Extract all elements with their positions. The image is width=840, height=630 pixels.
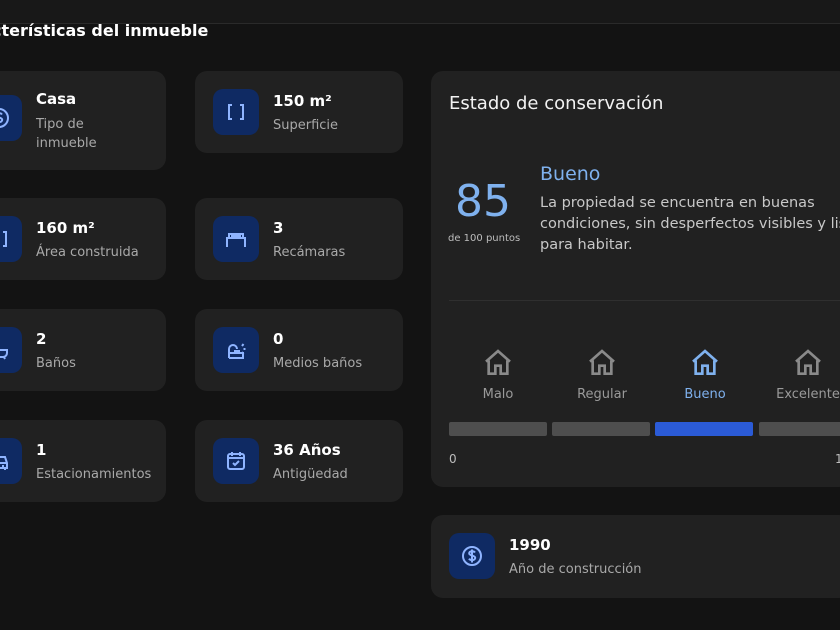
feature-card-built-area: 160 m² Área construida (0, 198, 166, 280)
feature-card-half-baths: 0 Medios baños (195, 309, 403, 391)
scale-max: 1 (835, 452, 840, 466)
feature-label: Baños (36, 356, 76, 371)
feature-label: Área construida (36, 245, 139, 260)
conservation-status: Bueno (540, 163, 601, 185)
divider (449, 300, 840, 301)
home-icon (589, 349, 615, 375)
feature-label: Antigüedad (273, 467, 348, 482)
progress-segment-bueno (655, 422, 753, 436)
home-icon (795, 349, 821, 375)
feature-label: Estacionamientos (36, 467, 152, 482)
level-excelente: Excelente (758, 347, 840, 402)
car-icon (0, 438, 22, 484)
area-brackets-icon (0, 216, 22, 262)
feature-card-age: 36 Años Antigüedad (195, 420, 403, 502)
feature-value: 0 (273, 330, 284, 348)
level-regular: Regular (552, 347, 652, 402)
progress-segment-excelente (759, 422, 840, 436)
feature-label: Medios baños (273, 356, 363, 371)
level-label: Regular (577, 387, 627, 402)
feature-label: Recámaras (273, 245, 346, 260)
feature-value: 2 (36, 330, 47, 348)
score-caption: de 100 puntos (448, 233, 521, 244)
level-malo: Malo (448, 347, 548, 402)
bathtub-icon (0, 327, 22, 373)
level-label: Bueno (684, 387, 726, 402)
home-icon (485, 349, 511, 375)
area-brackets-icon (213, 89, 259, 135)
level-bueno: Bueno (655, 347, 755, 402)
conservation-panel: Estado de conservación 85 de 100 puntos … (431, 71, 840, 487)
shower-icon (213, 327, 259, 373)
feature-label: Año de construcción (509, 562, 642, 577)
bed-icon (213, 216, 259, 262)
feature-value: 150 m² (273, 92, 332, 110)
feature-card-parking: 1 Estacionamientos (0, 420, 166, 502)
feature-value: 160 m² (36, 219, 95, 237)
feature-label: Superficie (273, 118, 339, 133)
feature-card-bedrooms: 3 Recámaras (195, 198, 403, 280)
calendar-check-icon (213, 438, 259, 484)
feature-label: Tipo de inmueble (36, 117, 97, 151)
home-icon (692, 349, 718, 375)
dollar-circle-icon (449, 533, 495, 579)
level-label: Excelente (776, 387, 840, 402)
feature-card-bathrooms: 2 Baños (0, 309, 166, 391)
feature-value: 3 (273, 219, 284, 237)
conservation-score: 85 (455, 176, 511, 227)
conservation-title: Estado de conservación (449, 93, 664, 114)
feature-value: Casa (36, 90, 77, 108)
construction-year-card: 1990 Año de construcción (431, 515, 840, 598)
dollar-circle-icon (0, 95, 22, 141)
feature-value: 36 Años (273, 441, 341, 459)
conservation-description: La propiedad se encuentra en buenas cond… (540, 195, 840, 253)
feature-value: 1 (36, 441, 47, 459)
feature-card-surface: 150 m² Superficie (195, 71, 403, 153)
feature-card-property-type: Casa Tipo de inmueble (0, 71, 166, 170)
progress-segment-malo (449, 422, 547, 436)
progress-segment-regular (552, 422, 650, 436)
feature-value: 1990 (509, 536, 551, 554)
section-title: cterísticas del inmueble (0, 21, 209, 40)
level-label: Malo (482, 387, 514, 402)
scale-min: 0 (449, 452, 457, 466)
